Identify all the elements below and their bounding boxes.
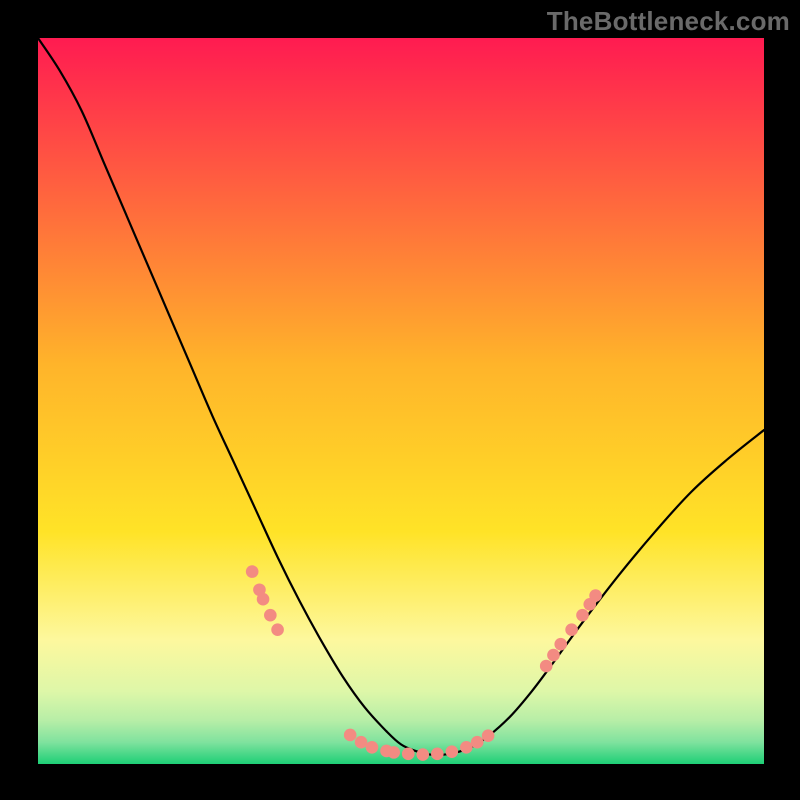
chart-frame: TheBottleneck.com	[0, 0, 800, 800]
gradient-background	[38, 38, 764, 764]
highlight-dot	[589, 589, 602, 602]
highlight-dot	[355, 736, 368, 749]
highlight-dot	[246, 565, 259, 578]
highlight-dot	[547, 649, 560, 662]
highlight-dot	[554, 638, 567, 651]
highlight-dot	[540, 660, 553, 673]
highlight-dot	[402, 748, 415, 761]
highlight-dot	[416, 748, 429, 761]
highlight-dot	[271, 623, 284, 636]
highlight-dot	[565, 623, 578, 636]
bottleneck-chart	[38, 38, 764, 764]
highlight-dot	[482, 729, 495, 742]
highlight-dot	[471, 736, 484, 749]
highlight-dot	[366, 741, 379, 754]
highlight-dot	[576, 609, 589, 622]
highlight-dot	[460, 741, 473, 754]
watermark-text: TheBottleneck.com	[547, 6, 790, 37]
highlight-dot	[344, 729, 357, 742]
highlight-dot	[257, 593, 270, 606]
highlight-dot	[431, 748, 444, 761]
highlight-dot	[446, 745, 459, 758]
highlight-dot	[264, 609, 277, 622]
highlight-dot	[387, 746, 400, 759]
